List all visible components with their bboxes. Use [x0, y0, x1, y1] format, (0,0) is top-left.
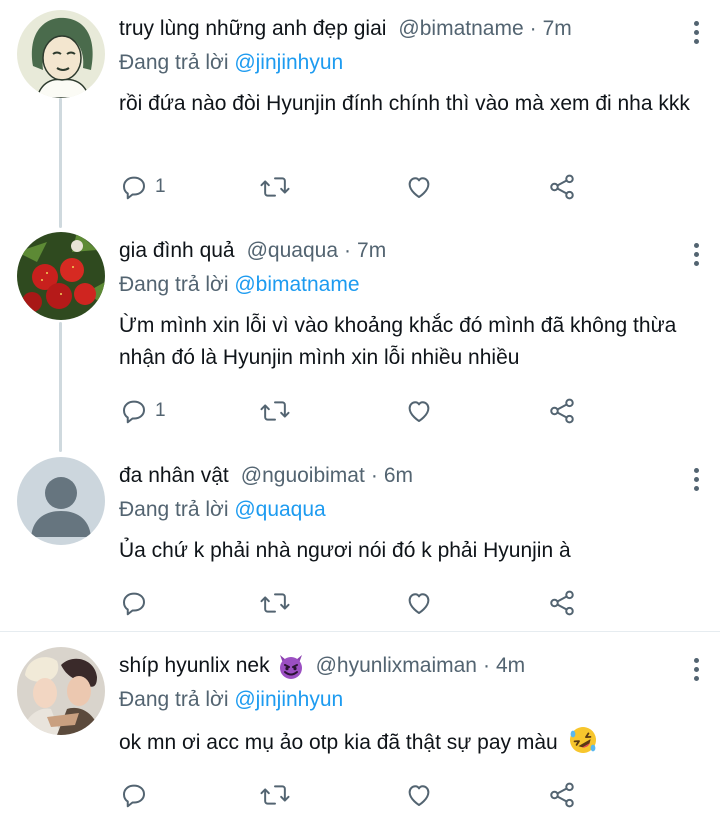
rolling-on-floor-laughing-emoji	[568, 725, 598, 755]
tweet-actions	[119, 586, 599, 620]
user-handle[interactable]: @bimatname	[398, 17, 523, 41]
retweet-icon	[259, 588, 291, 618]
separator-dot: ·	[344, 239, 352, 262]
replying-mention[interactable]: @bimatname	[234, 273, 359, 296]
avatar[interactable]	[17, 457, 105, 545]
tweet-text: Ủa chứ k phải nhà ngươi nói đó k phải Hy…	[119, 539, 571, 562]
timestamp[interactable]: 6m	[384, 464, 413, 488]
tweet[interactable]: gia đình quả @quaqua · 7m Đang trả lời @…	[0, 222, 720, 446]
tweet-divider	[0, 631, 720, 632]
reply-button[interactable]	[119, 778, 149, 812]
like-button[interactable]	[404, 394, 434, 428]
heart-icon	[404, 172, 434, 202]
separator-dot: ·	[529, 17, 537, 40]
more-options-icon[interactable]	[690, 240, 702, 270]
reply-icon	[119, 172, 149, 202]
display-name[interactable]: truy lùng những anh đẹp giai	[119, 17, 386, 41]
heart-icon	[404, 588, 434, 618]
replying-label: Đang trả lời	[119, 498, 229, 521]
reply-button[interactable]	[119, 586, 149, 620]
heart-icon	[404, 780, 434, 810]
reply-icon	[119, 588, 149, 618]
user-handle[interactable]: @nguoibimat	[241, 464, 365, 488]
reply-icon	[119, 780, 149, 810]
tweet-text: Ừm mình xin lỗi vì vào khoảng khắc đó mì…	[119, 314, 677, 369]
retweet-icon	[259, 172, 291, 202]
share-button[interactable]	[547, 778, 577, 812]
avatar[interactable]	[17, 232, 105, 320]
share-icon	[547, 780, 577, 810]
reply-count: 1	[155, 400, 166, 421]
replying-label: Đang trả lời	[119, 51, 229, 74]
user-handle[interactable]: @quaqua	[247, 239, 338, 263]
replying-label: Đang trả lời	[119, 688, 229, 711]
more-options-icon[interactable]	[690, 18, 702, 48]
like-button[interactable]	[404, 778, 434, 812]
retweet-button[interactable]	[259, 170, 291, 204]
replying-mention[interactable]: @jinjinhyun	[234, 51, 343, 74]
tweet[interactable]: shíp hyunlix nek @hyunlixmaiman · 4m Đan…	[0, 637, 720, 823]
timestamp[interactable]: 7m	[543, 17, 572, 41]
smiling-imp-emoji	[276, 651, 306, 681]
avatar[interactable]	[17, 10, 105, 98]
tweet-body: ok mn ơi acc mụ ảo otp kia đã thật sự pa…	[119, 725, 704, 759]
replying-to: Đang trả lời @quaqua	[119, 493, 704, 527]
replying-to: Đang trả lời @bimatname	[119, 268, 704, 302]
share-button[interactable]	[547, 170, 577, 204]
share-icon	[547, 396, 577, 426]
separator-dot: ·	[482, 654, 490, 677]
heart-icon	[404, 396, 434, 426]
retweet-button[interactable]	[259, 778, 291, 812]
replying-label: Đang trả lời	[119, 273, 229, 296]
tweet-actions: 1	[119, 170, 599, 204]
like-button[interactable]	[404, 586, 434, 620]
avatar[interactable]	[17, 647, 105, 735]
retweet-button[interactable]	[259, 586, 291, 620]
more-options-icon[interactable]	[690, 465, 702, 495]
share-button[interactable]	[547, 394, 577, 428]
share-button[interactable]	[547, 586, 577, 620]
replying-to: Đang trả lời @jinjinhyun	[119, 46, 704, 80]
user-handle[interactable]: @hyunlixmaiman	[316, 654, 477, 678]
like-button[interactable]	[404, 170, 434, 204]
replying-mention[interactable]: @jinjinhyun	[234, 688, 343, 711]
more-options-icon[interactable]	[690, 655, 702, 685]
separator-dot: ·	[370, 464, 378, 487]
replying-mention[interactable]: @quaqua	[234, 498, 325, 521]
display-name[interactable]: đa nhân vật	[119, 464, 229, 488]
timestamp[interactable]: 7m	[357, 239, 386, 263]
tweet[interactable]: truy lùng những anh đẹp giai @bimatname …	[0, 0, 720, 222]
share-icon	[547, 588, 577, 618]
retweet-button[interactable]	[259, 394, 291, 428]
tweet-text: rồi đứa nào đòi Hyunjin đính chính thì v…	[119, 92, 690, 115]
tweet-text: ok mn ơi acc mụ ảo otp kia đã thật sự pa…	[119, 731, 558, 754]
tweet[interactable]: đa nhân vật @nguoibimat · 6m Đang trả lờ…	[0, 447, 720, 631]
retweet-icon	[259, 396, 291, 426]
retweet-icon	[259, 780, 291, 810]
display-name[interactable]: gia đình quả	[119, 239, 235, 263]
tweet-actions: 1	[119, 394, 599, 428]
tweet-actions	[119, 778, 599, 812]
reply-button[interactable]: 1	[119, 170, 166, 204]
reply-icon	[119, 396, 149, 426]
display-name[interactable]: shíp hyunlix nek	[119, 654, 270, 678]
reply-count: 1	[155, 176, 166, 197]
timestamp[interactable]: 4m	[496, 654, 525, 678]
replying-to: Đang trả lời @jinjinhyun	[119, 683, 704, 717]
reply-button[interactable]: 1	[119, 394, 166, 428]
share-icon	[547, 172, 577, 202]
